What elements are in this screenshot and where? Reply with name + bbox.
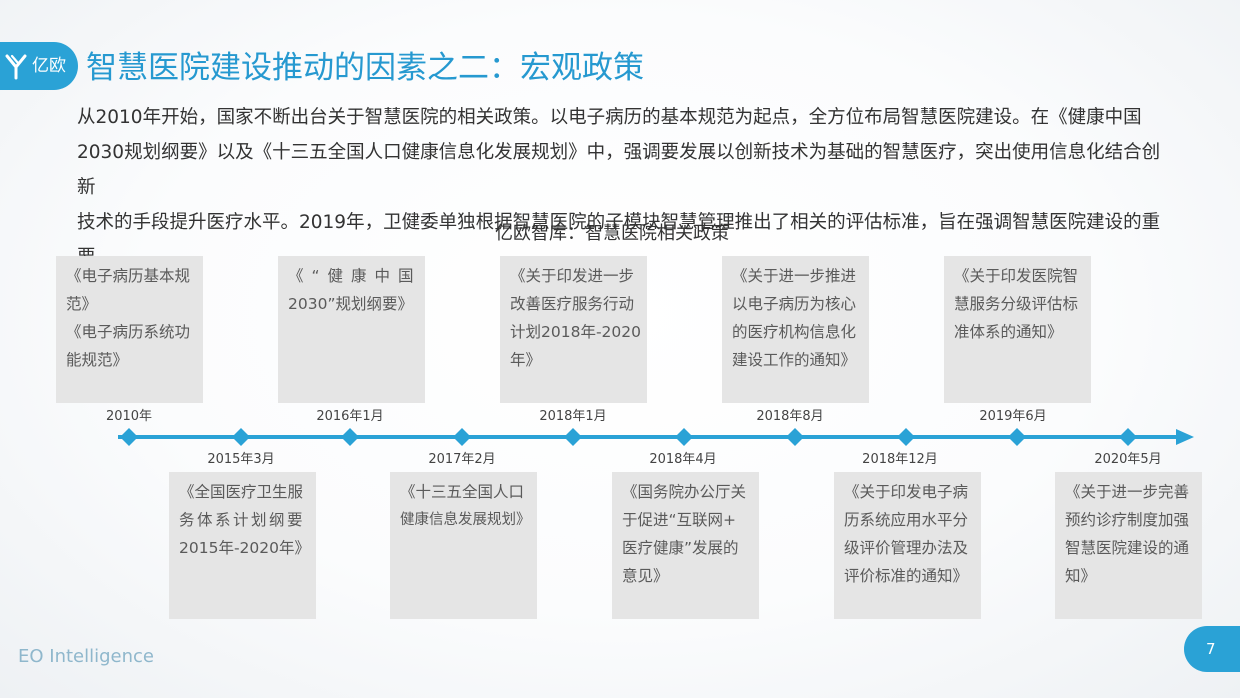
- policy-card-line: 级评价管理办法及: [844, 539, 969, 557]
- timeline-diamond-marker: [453, 428, 471, 446]
- timeline-date: 2018年4月: [649, 452, 717, 467]
- policy-card-line: 医疗健康”发展的: [622, 539, 739, 557]
- policy-card: 《关于进一步完善 预约诊疗制度加强 智慧医院建设的通 知》: [1055, 472, 1202, 619]
- policy-card-line: 《关于印发进一步: [510, 267, 635, 285]
- timeline-date: 2016年1月: [316, 409, 384, 424]
- policy-card-line: 《关于印发医院智: [954, 267, 1079, 285]
- policy-card: 《关于进一步推进 以电子病历为核心 的医疗机构信息化 建设工作的通知》: [722, 256, 869, 403]
- page-number: 7: [1206, 640, 1216, 658]
- policy-card-line: 《国务院办公厅关: [622, 483, 747, 501]
- policy-card-line: 评价标准的通知》: [844, 567, 969, 585]
- policy-card-line: 健康信息发展规划》: [400, 512, 531, 528]
- policy-card-line: 《电子病历基本规: [66, 267, 191, 285]
- policy-card-line: 务体系计划纲要: [179, 511, 306, 529]
- timeline-date: 2019年6月: [979, 409, 1047, 424]
- policy-card-line: 意见》: [622, 567, 669, 585]
- policy-card-line: 年》: [510, 351, 542, 369]
- policy-card-line: 于促进“互联网+: [622, 511, 737, 529]
- timeline-date: 2010年: [105, 409, 153, 424]
- timeline-date: 2017年2月: [428, 452, 496, 467]
- policy-card-line: 慧服务分级评估标: [954, 295, 1079, 313]
- policy-card-line: 能规范》: [66, 351, 129, 369]
- timeline-diamond-marker: [564, 428, 582, 446]
- policy-card-line: 预约诊疗制度加强: [1065, 511, 1190, 529]
- timeline-diamond-marker: [1008, 428, 1026, 446]
- policy-card: 《关于印发进一步 改善医疗服务行动 计划2018年-2020 年》: [500, 256, 647, 403]
- policy-card-line: 准体系的通知》: [954, 323, 1063, 341]
- timeline-date: 2015年3月: [207, 452, 275, 467]
- policy-card: 《“健康中国 2030”规划纲要》: [278, 256, 425, 403]
- timeline-date: 2018年12月: [862, 452, 938, 467]
- footer-brand: EO Intelligence: [18, 646, 154, 667]
- policy-card-line: 《全国医疗卫生服: [179, 483, 304, 501]
- timeline-arrow-icon: [1176, 429, 1194, 445]
- timeline-diamond-marker: [120, 428, 138, 446]
- timeline-date: 2018年8月: [756, 409, 824, 424]
- timeline-diamond-marker: [897, 428, 915, 446]
- timeline-diamond-marker: [786, 428, 804, 446]
- policy-card-line: 《关于进一步推进: [732, 267, 857, 285]
- timeline-diamond-marker: [232, 428, 250, 446]
- policy-card-line: 《十三五全国人口: [400, 483, 525, 501]
- policy-card-line: 建设工作的通知》: [732, 351, 857, 369]
- policy-card: 《电子病历基本规 范》 《电子病历系统功 能规范》: [56, 256, 203, 403]
- policy-card-line: 《电子病历系统功: [66, 323, 191, 341]
- policy-card-line: 范》: [66, 295, 98, 313]
- policy-card-line: 知》: [1065, 567, 1097, 585]
- timeline-diamond-marker: [675, 428, 693, 446]
- policy-card: 《国务院办公厅关 于促进“互联网+ 医疗健康”发展的 意见》: [612, 472, 759, 619]
- policy-card: 《十三五全国人口 健康信息发展规划》: [390, 472, 537, 619]
- policy-card-line: 历系统应用水平分: [844, 511, 969, 529]
- policy-card-line: 计划2018年-2020: [510, 323, 641, 341]
- policy-card-line: 《关于进一步完善: [1065, 483, 1190, 501]
- policy-card-line: 2015年-2020年》: [179, 539, 310, 557]
- timeline-date: 2020年5月: [1094, 452, 1162, 467]
- timeline-diamond-marker: [341, 428, 359, 446]
- timeline-diamond-marker: [1119, 428, 1137, 446]
- policy-card: 《关于印发医院智 慧服务分级评估标 准体系的通知》: [944, 256, 1091, 403]
- policy-card-line: 以电子病历为核心: [732, 295, 857, 313]
- policy-card-line: 改善医疗服务行动: [510, 295, 635, 313]
- policy-card-line: 2030”规划纲要》: [288, 295, 413, 313]
- policy-card: 《全国医疗卫生服 务体系计划纲要 2015年-2020年》: [169, 472, 316, 619]
- policy-card-line: 《“健康中国: [288, 267, 422, 285]
- timeline-date: 2018年1月: [539, 409, 607, 424]
- policy-card-line: 《关于印发电子病: [844, 483, 969, 501]
- policy-card: 《关于印发电子病 历系统应用水平分 级评价管理办法及 评价标准的通知》: [834, 472, 981, 619]
- page-number-badge: 7: [1184, 626, 1240, 672]
- policy-card-line: 智慧医院建设的通: [1065, 539, 1190, 557]
- policy-card-line: 的医疗机构信息化: [732, 323, 857, 341]
